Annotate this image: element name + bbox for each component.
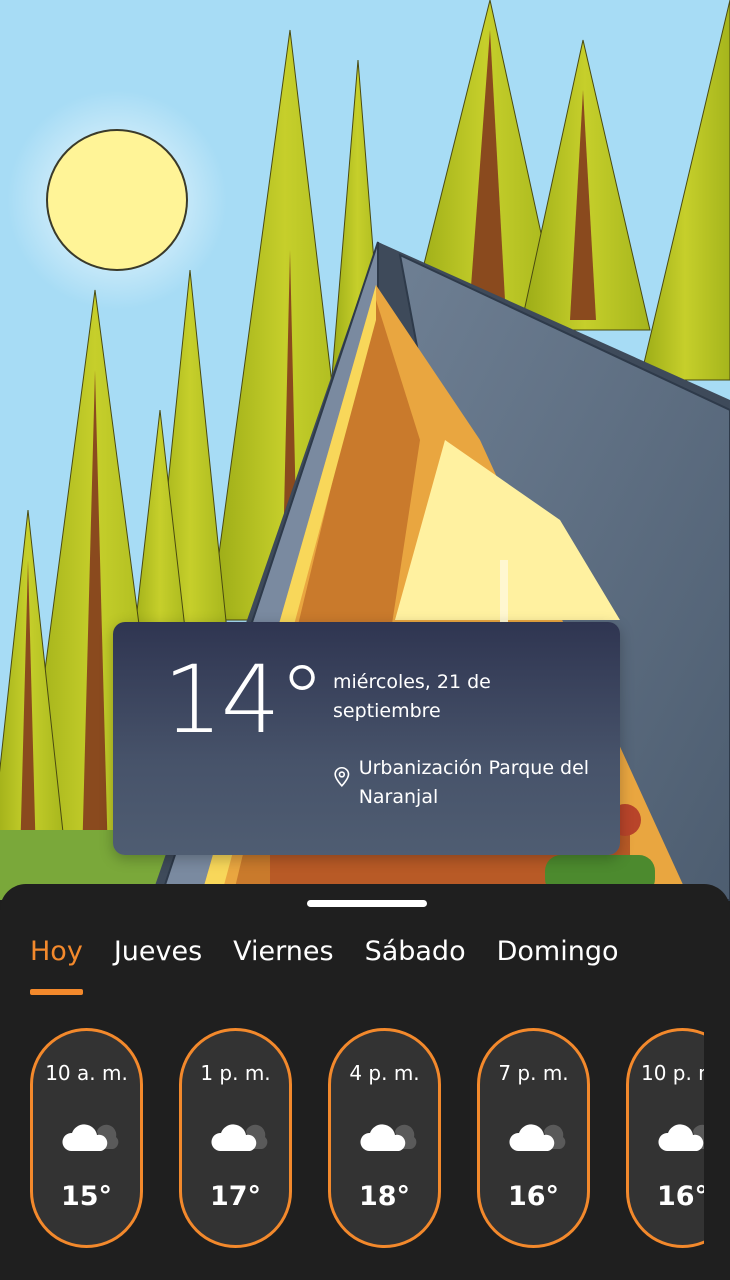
partly-cloudy-icon: [211, 1124, 268, 1151]
location-pin-icon: [334, 766, 350, 788]
forecast-sheet: Hoy Jueves Viernes Sábado Domingo 10 a. …: [0, 884, 730, 1280]
hour-temperature: 16°: [656, 1181, 704, 1212]
tab-hoy[interactable]: Hoy: [30, 936, 83, 995]
hour-temperature: 15°: [60, 1181, 113, 1212]
tab-jueves[interactable]: Jueves: [114, 936, 202, 995]
hour-temperature: 16°: [507, 1181, 560, 1212]
hour-time: 10 p. m.: [640, 1061, 704, 1085]
hour-temperature: 18°: [358, 1181, 411, 1212]
hourly-item[interactable]: 4 p. m. 18°: [328, 1028, 441, 1248]
partly-cloudy-icon: [360, 1124, 417, 1151]
partly-cloudy-icon: [509, 1124, 566, 1151]
hourly-item[interactable]: 7 p. m. 16°: [477, 1028, 590, 1248]
current-weather-card: 14° miércoles, 21 de septiembre Urbaniza…: [113, 622, 620, 855]
hourly-item[interactable]: 1 p. m. 17°: [179, 1028, 292, 1248]
day-tabs: Hoy Jueves Viernes Sábado Domingo: [30, 936, 649, 995]
hour-time: 7 p. m.: [498, 1061, 569, 1085]
tab-sabado[interactable]: Sábado: [365, 936, 466, 995]
partly-cloudy-icon: [658, 1124, 704, 1151]
hour-temperature: 17°: [209, 1181, 262, 1212]
sheet-drag-handle[interactable]: [307, 900, 427, 907]
hourly-item[interactable]: 10 p. m. 16°: [626, 1028, 704, 1248]
hourly-forecast-list[interactable]: 10 a. m. 15° 1 p. m. 17° 4 p. m. 18° 7 p…: [30, 1026, 704, 1256]
current-date: miércoles, 21 de septiembre: [333, 671, 491, 722]
hour-time: 4 p. m.: [349, 1061, 420, 1085]
hour-time: 10 a. m.: [45, 1061, 128, 1085]
sun: [46, 129, 188, 271]
tab-domingo[interactable]: Domingo: [497, 936, 619, 995]
tab-viernes[interactable]: Viernes: [233, 936, 333, 995]
location[interactable]: Urbanización Parque del Naranjal: [333, 754, 613, 812]
hourly-item[interactable]: 10 a. m. 15°: [30, 1028, 143, 1248]
hour-time: 1 p. m.: [200, 1061, 271, 1085]
current-temperature: 14°: [163, 646, 326, 755]
partly-cloudy-icon: [62, 1124, 119, 1151]
location-name: Urbanización Parque del Naranjal: [358, 757, 590, 808]
